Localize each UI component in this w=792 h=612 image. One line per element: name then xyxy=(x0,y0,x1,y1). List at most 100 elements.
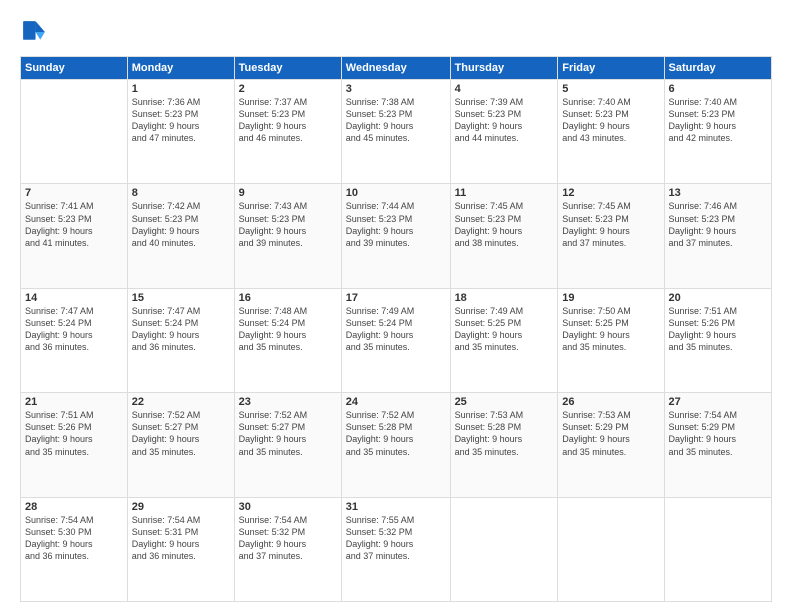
day-info: Sunrise: 7:47 AM Sunset: 5:24 PM Dayligh… xyxy=(132,305,230,354)
header xyxy=(20,18,772,46)
page: SundayMondayTuesdayWednesdayThursdayFrid… xyxy=(0,0,792,612)
calendar-cell: 31Sunrise: 7:55 AM Sunset: 5:32 PM Dayli… xyxy=(341,497,450,601)
day-info: Sunrise: 7:36 AM Sunset: 5:23 PM Dayligh… xyxy=(132,96,230,145)
day-info: Sunrise: 7:52 AM Sunset: 5:27 PM Dayligh… xyxy=(132,409,230,458)
day-number: 2 xyxy=(239,83,337,95)
day-number: 27 xyxy=(669,396,767,408)
day-info: Sunrise: 7:49 AM Sunset: 5:25 PM Dayligh… xyxy=(455,305,554,354)
day-info: Sunrise: 7:45 AM Sunset: 5:23 PM Dayligh… xyxy=(562,200,659,249)
day-info: Sunrise: 7:39 AM Sunset: 5:23 PM Dayligh… xyxy=(455,96,554,145)
calendar-cell: 11Sunrise: 7:45 AM Sunset: 5:23 PM Dayli… xyxy=(450,184,558,288)
calendar-cell: 5Sunrise: 7:40 AM Sunset: 5:23 PM Daylig… xyxy=(558,80,664,184)
calendar-cell: 10Sunrise: 7:44 AM Sunset: 5:23 PM Dayli… xyxy=(341,184,450,288)
calendar-cell: 4Sunrise: 7:39 AM Sunset: 5:23 PM Daylig… xyxy=(450,80,558,184)
day-number: 15 xyxy=(132,292,230,304)
calendar-cell: 27Sunrise: 7:54 AM Sunset: 5:29 PM Dayli… xyxy=(664,393,771,497)
calendar-cell: 18Sunrise: 7:49 AM Sunset: 5:25 PM Dayli… xyxy=(450,288,558,392)
calendar-cell xyxy=(21,80,128,184)
calendar-header-wednesday: Wednesday xyxy=(341,57,450,80)
day-info: Sunrise: 7:45 AM Sunset: 5:23 PM Dayligh… xyxy=(455,200,554,249)
calendar-week-2: 7Sunrise: 7:41 AM Sunset: 5:23 PM Daylig… xyxy=(21,184,772,288)
day-number: 30 xyxy=(239,501,337,513)
day-info: Sunrise: 7:44 AM Sunset: 5:23 PM Dayligh… xyxy=(346,200,446,249)
day-info: Sunrise: 7:54 AM Sunset: 5:31 PM Dayligh… xyxy=(132,514,230,563)
calendar-header-tuesday: Tuesday xyxy=(234,57,341,80)
day-info: Sunrise: 7:43 AM Sunset: 5:23 PM Dayligh… xyxy=(239,200,337,249)
calendar-cell xyxy=(558,497,664,601)
calendar-cell: 1Sunrise: 7:36 AM Sunset: 5:23 PM Daylig… xyxy=(127,80,234,184)
day-info: Sunrise: 7:38 AM Sunset: 5:23 PM Dayligh… xyxy=(346,96,446,145)
calendar-cell: 25Sunrise: 7:53 AM Sunset: 5:28 PM Dayli… xyxy=(450,393,558,497)
calendar-cell: 19Sunrise: 7:50 AM Sunset: 5:25 PM Dayli… xyxy=(558,288,664,392)
logo-icon xyxy=(20,18,48,46)
day-info: Sunrise: 7:40 AM Sunset: 5:23 PM Dayligh… xyxy=(669,96,767,145)
calendar-header-sunday: Sunday xyxy=(21,57,128,80)
day-info: Sunrise: 7:51 AM Sunset: 5:26 PM Dayligh… xyxy=(669,305,767,354)
day-info: Sunrise: 7:47 AM Sunset: 5:24 PM Dayligh… xyxy=(25,305,123,354)
calendar-cell: 20Sunrise: 7:51 AM Sunset: 5:26 PM Dayli… xyxy=(664,288,771,392)
day-number: 11 xyxy=(455,187,554,199)
day-number: 6 xyxy=(669,83,767,95)
calendar-cell: 8Sunrise: 7:42 AM Sunset: 5:23 PM Daylig… xyxy=(127,184,234,288)
day-number: 31 xyxy=(346,501,446,513)
calendar-table: SundayMondayTuesdayWednesdayThursdayFrid… xyxy=(20,56,772,602)
day-number: 5 xyxy=(562,83,659,95)
day-number: 22 xyxy=(132,396,230,408)
calendar-cell: 14Sunrise: 7:47 AM Sunset: 5:24 PM Dayli… xyxy=(21,288,128,392)
calendar-header-thursday: Thursday xyxy=(450,57,558,80)
calendar-cell: 15Sunrise: 7:47 AM Sunset: 5:24 PM Dayli… xyxy=(127,288,234,392)
day-info: Sunrise: 7:52 AM Sunset: 5:27 PM Dayligh… xyxy=(239,409,337,458)
calendar-cell: 29Sunrise: 7:54 AM Sunset: 5:31 PM Dayli… xyxy=(127,497,234,601)
day-info: Sunrise: 7:40 AM Sunset: 5:23 PM Dayligh… xyxy=(562,96,659,145)
calendar-cell: 23Sunrise: 7:52 AM Sunset: 5:27 PM Dayli… xyxy=(234,393,341,497)
day-number: 16 xyxy=(239,292,337,304)
day-info: Sunrise: 7:49 AM Sunset: 5:24 PM Dayligh… xyxy=(346,305,446,354)
calendar-week-1: 1Sunrise: 7:36 AM Sunset: 5:23 PM Daylig… xyxy=(21,80,772,184)
calendar-cell xyxy=(664,497,771,601)
day-info: Sunrise: 7:53 AM Sunset: 5:28 PM Dayligh… xyxy=(455,409,554,458)
calendar-week-4: 21Sunrise: 7:51 AM Sunset: 5:26 PM Dayli… xyxy=(21,393,772,497)
day-number: 12 xyxy=(562,187,659,199)
calendar-cell: 6Sunrise: 7:40 AM Sunset: 5:23 PM Daylig… xyxy=(664,80,771,184)
day-number: 3 xyxy=(346,83,446,95)
logo xyxy=(20,18,52,46)
calendar-cell: 7Sunrise: 7:41 AM Sunset: 5:23 PM Daylig… xyxy=(21,184,128,288)
day-info: Sunrise: 7:37 AM Sunset: 5:23 PM Dayligh… xyxy=(239,96,337,145)
day-number: 25 xyxy=(455,396,554,408)
calendar-cell: 30Sunrise: 7:54 AM Sunset: 5:32 PM Dayli… xyxy=(234,497,341,601)
day-number: 19 xyxy=(562,292,659,304)
day-number: 20 xyxy=(669,292,767,304)
calendar-cell: 13Sunrise: 7:46 AM Sunset: 5:23 PM Dayli… xyxy=(664,184,771,288)
calendar-cell: 17Sunrise: 7:49 AM Sunset: 5:24 PM Dayli… xyxy=(341,288,450,392)
day-info: Sunrise: 7:42 AM Sunset: 5:23 PM Dayligh… xyxy=(132,200,230,249)
day-number: 14 xyxy=(25,292,123,304)
day-number: 4 xyxy=(455,83,554,95)
day-number: 17 xyxy=(346,292,446,304)
day-number: 29 xyxy=(132,501,230,513)
day-info: Sunrise: 7:53 AM Sunset: 5:29 PM Dayligh… xyxy=(562,409,659,458)
calendar-header-monday: Monday xyxy=(127,57,234,80)
day-info: Sunrise: 7:50 AM Sunset: 5:25 PM Dayligh… xyxy=(562,305,659,354)
calendar-cell: 2Sunrise: 7:37 AM Sunset: 5:23 PM Daylig… xyxy=(234,80,341,184)
calendar-cell: 22Sunrise: 7:52 AM Sunset: 5:27 PM Dayli… xyxy=(127,393,234,497)
day-number: 9 xyxy=(239,187,337,199)
day-number: 23 xyxy=(239,396,337,408)
calendar-cell: 26Sunrise: 7:53 AM Sunset: 5:29 PM Dayli… xyxy=(558,393,664,497)
day-info: Sunrise: 7:52 AM Sunset: 5:28 PM Dayligh… xyxy=(346,409,446,458)
day-info: Sunrise: 7:41 AM Sunset: 5:23 PM Dayligh… xyxy=(25,200,123,249)
day-info: Sunrise: 7:55 AM Sunset: 5:32 PM Dayligh… xyxy=(346,514,446,563)
calendar-week-5: 28Sunrise: 7:54 AM Sunset: 5:30 PM Dayli… xyxy=(21,497,772,601)
calendar-cell: 21Sunrise: 7:51 AM Sunset: 5:26 PM Dayli… xyxy=(21,393,128,497)
calendar-cell: 28Sunrise: 7:54 AM Sunset: 5:30 PM Dayli… xyxy=(21,497,128,601)
calendar-cell: 24Sunrise: 7:52 AM Sunset: 5:28 PM Dayli… xyxy=(341,393,450,497)
day-number: 10 xyxy=(346,187,446,199)
calendar-cell xyxy=(450,497,558,601)
day-number: 24 xyxy=(346,396,446,408)
calendar-cell: 9Sunrise: 7:43 AM Sunset: 5:23 PM Daylig… xyxy=(234,184,341,288)
day-info: Sunrise: 7:46 AM Sunset: 5:23 PM Dayligh… xyxy=(669,200,767,249)
day-number: 26 xyxy=(562,396,659,408)
day-number: 28 xyxy=(25,501,123,513)
calendar-week-3: 14Sunrise: 7:47 AM Sunset: 5:24 PM Dayli… xyxy=(21,288,772,392)
calendar-header-row: SundayMondayTuesdayWednesdayThursdayFrid… xyxy=(21,57,772,80)
calendar-cell: 3Sunrise: 7:38 AM Sunset: 5:23 PM Daylig… xyxy=(341,80,450,184)
